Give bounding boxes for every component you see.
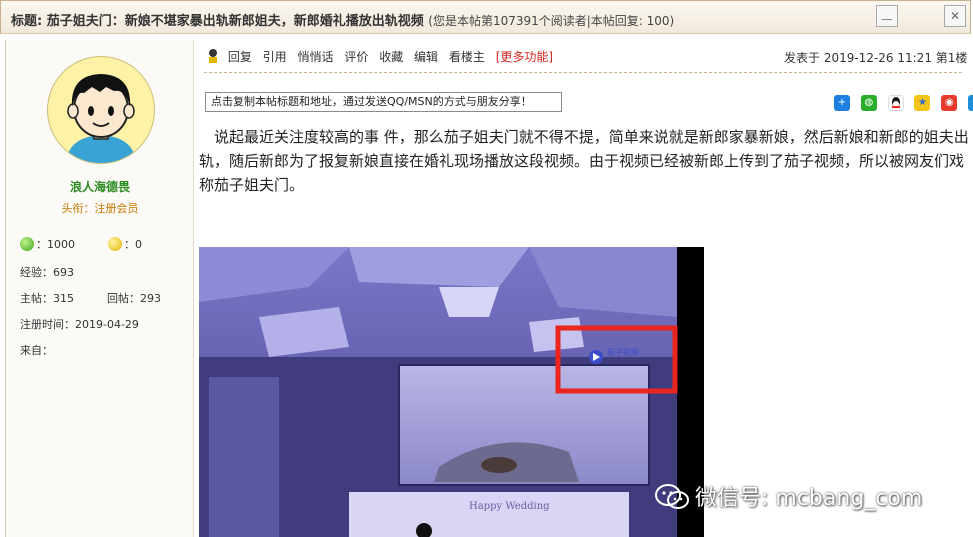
embedded-video-frame[interactable]: Happy Wedding 茄子视频 [199,247,704,537]
edit-link[interactable]: 编辑 [414,50,438,64]
from-stat: 来自： [20,344,53,357]
more-functions-link[interactable]: [更多功能] [496,50,553,64]
view-author-link[interactable]: 看楼主 [449,50,485,64]
copy-share-link-box[interactable]: 点击复制本帖标题和地址，通过发送QQ/MSN的方式与朋友分享！ [205,92,562,112]
replies-stat: 回帖：293 [107,292,161,305]
wedding-hall-image: Happy Wedding 茄子视频 [199,247,704,537]
user-rank: 头衔：注册会员 [61,202,139,215]
post-body: 说起最近关注度较高的事 件，那么茄子姐夫门就不得不提，简单来说就是新郎家暴新娘，… [199,128,969,194]
whisper-link[interactable]: 悄悄话 [298,50,334,64]
thread-title-bar: 标题: 茄子姐夫门：新娘不堪家暴出轨新郎姐夫，新郎婚礼播放出轨视频 (您是本帖第… [0,0,971,34]
svg-text:茄子视频: 茄子视频 [607,347,639,357]
divider [204,72,962,73]
quote-link[interactable]: 引用 [263,50,287,64]
favorite-link[interactable]: 收藏 [379,50,403,64]
user-profile-sidebar: 浪人海德畏 头衔：注册会员 ：1000 ：0 经验：693 主帖：315 回帖：… [5,40,193,537]
avatar-cartoon-boy-icon [66,74,136,163]
thread-title-label: 标题: 茄子姐夫门：新娘不堪家暴出轨新郎姐夫，新郎婚礼播放出轨视频 [11,14,424,29]
qq-icon[interactable] [887,95,904,111]
post-content-area: 回复 引用 悄悄话 评价 收藏 编辑 看楼主 [更多功能] 发表于 2019-1… [193,40,973,537]
thread-meta: (您是本帖第107391个阅读者|本帖回复: 100) [428,14,675,28]
qzone-icon[interactable]: ★ [914,95,931,111]
username[interactable]: 浪人海德畏 [6,178,194,195]
avatar[interactable] [47,56,155,164]
experience-stat: 经验：693 [20,266,74,279]
register-time-stat: 注册时间：2019-04-29 [20,318,139,331]
watermark-text: 微信号: mcbang_com [695,486,923,511]
rate-link[interactable]: 评价 [344,50,368,64]
pengyou-icon[interactable]: P [968,95,973,111]
post-timestamp: 发表于 2019-12-26 11:21 第1楼 [784,51,968,65]
post-toolbar: 回复 引用 悄悄话 评价 收藏 编辑 看楼主 [更多功能] [206,48,553,66]
wechat-watermark: 微信号: mcbang_com [655,480,922,512]
weibo-icon[interactable]: ◉ [941,95,958,111]
posts-stat: 主帖：315 [20,292,74,305]
minimize-button[interactable] [876,5,898,27]
yellow-coins-stat: ：0 [108,236,142,252]
share-icons: + ◍ ★ ◉ P [834,95,973,111]
wechat-icon[interactable]: ◍ [860,95,877,111]
user-mini-icon [206,48,220,64]
green-coins-value: ：1000 [36,238,75,251]
yellow-coins-value: ：0 [124,238,142,251]
yellow-coin-icon [108,237,122,251]
reply-link[interactable]: 回复 [228,50,252,64]
wedding-banner-text: Happy Wedding [469,501,550,512]
wechat-watermark-icon [655,484,689,510]
plus-icon[interactable]: + [834,95,850,111]
thread-title: 标题: 茄子姐夫门：新娘不堪家暴出轨新郎姐夫，新郎婚礼播放出轨视频 (您是本帖第… [11,10,674,29]
close-button[interactable]: ✕ [944,5,966,27]
green-coins-stat: ：1000 [20,236,75,252]
green-coin-icon [20,237,34,251]
